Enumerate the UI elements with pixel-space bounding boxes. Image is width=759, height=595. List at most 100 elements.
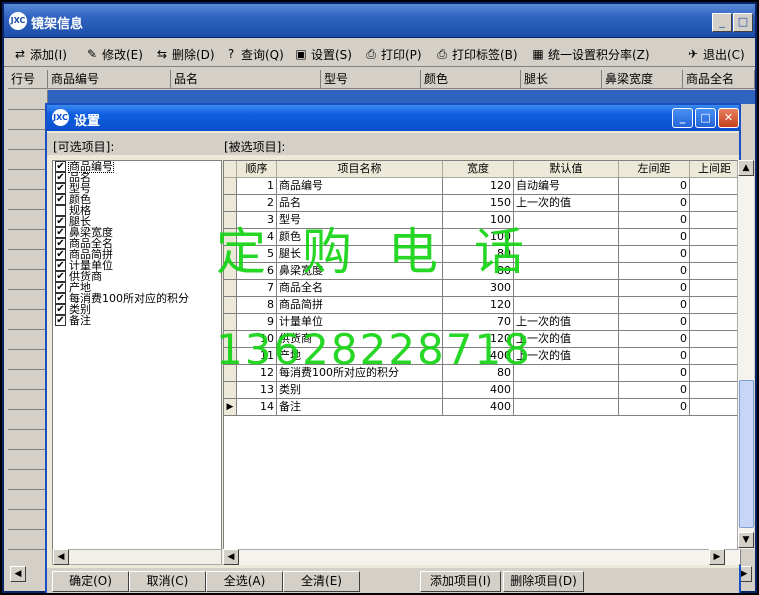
row-number-cell[interactable]	[8, 270, 48, 290]
selected-column-header[interactable]: 顺序	[237, 161, 277, 178]
column-header[interactable]: 腿长	[521, 70, 602, 89]
cell-top[interactable]	[690, 195, 740, 212]
item-checkbox[interactable]: ✔	[55, 216, 66, 227]
cell-top[interactable]	[690, 382, 740, 399]
cell-default[interactable]	[514, 280, 619, 297]
item-checkbox[interactable]: ✔	[55, 304, 66, 315]
row-number-cell[interactable]	[8, 470, 48, 490]
cell-name[interactable]: 备注	[277, 399, 443, 416]
row-number-cell[interactable]	[8, 170, 48, 190]
row-number-cell[interactable]	[8, 390, 48, 410]
cell-order[interactable]: 14	[237, 399, 277, 416]
row-number-cell[interactable]	[8, 130, 48, 150]
cell-default[interactable]	[514, 297, 619, 314]
row-number-cell[interactable]	[8, 430, 48, 450]
h-scroll-left-arrow[interactable]: ◀	[223, 549, 239, 565]
selected-grid-row[interactable]: 9 计量单位 70 上一次的值 0	[224, 314, 740, 331]
item-checkbox[interactable]: ✔	[55, 194, 66, 205]
selected-grid-vscrollbar[interactable]: ▲ ▼	[737, 160, 754, 549]
selected-grid-row[interactable]: 1 商品编号 120 自动编号 0	[224, 178, 740, 195]
row-number-cell[interactable]	[8, 530, 48, 550]
row-number-cell[interactable]	[8, 510, 48, 530]
item-checkbox[interactable]: ✔	[55, 172, 66, 183]
row-number-cell[interactable]	[8, 450, 48, 470]
toolbar-button-edit[interactable]: ✎ 修改(E)	[84, 44, 143, 64]
cell-default[interactable]	[514, 229, 619, 246]
selected-grid-row[interactable]: 10 供货商 120 上一次的值 0	[224, 331, 740, 348]
cell-left[interactable]: 0	[619, 365, 690, 382]
cell-left[interactable]: 0	[619, 399, 690, 416]
clear-all-button[interactable]: 全清(E)	[283, 571, 360, 592]
cell-width[interactable]: 80	[443, 263, 514, 280]
toolbar-button-delete[interactable]: ⇆ 删除(D)	[154, 44, 215, 64]
cell-default[interactable]	[514, 212, 619, 229]
cell-top[interactable]	[690, 365, 740, 382]
column-header[interactable]: 鼻梁宽度	[602, 70, 683, 89]
row-number-cell[interactable]	[8, 350, 48, 370]
cell-left[interactable]: 0	[619, 195, 690, 212]
select-all-button[interactable]: 全选(A)	[206, 571, 283, 592]
selected-grid-row[interactable]: 4 颜色 100 0	[224, 229, 740, 246]
selected-grid-row[interactable]: 8 商品简拼 120 0	[224, 297, 740, 314]
selected-column-header[interactable]: 项目名称	[277, 161, 443, 178]
cell-order[interactable]: 7	[237, 280, 277, 297]
cell-order[interactable]: 12	[237, 365, 277, 382]
maximize-button[interactable]: □	[733, 13, 753, 32]
cell-default[interactable]	[514, 365, 619, 382]
item-checkbox[interactable]: ✔	[55, 293, 66, 304]
cell-name[interactable]: 每消费100所对应的积分	[277, 365, 443, 382]
toolbar-button-print-label[interactable]: ⎙ 打印标签(B)	[434, 44, 517, 64]
row-number-cell[interactable]	[8, 310, 48, 330]
row-number-cell[interactable]	[8, 330, 48, 350]
cell-width[interactable]: 400	[443, 399, 514, 416]
cell-top[interactable]	[690, 280, 740, 297]
cell-left[interactable]: 0	[619, 348, 690, 365]
cell-width[interactable]: 100	[443, 229, 514, 246]
row-number-cell[interactable]	[8, 210, 48, 230]
row-number-cell[interactable]	[8, 410, 48, 430]
cell-default[interactable]	[514, 399, 619, 416]
dialog-maximize-button[interactable]: □	[695, 108, 716, 128]
dialog-close-button[interactable]: ✕	[718, 108, 739, 128]
item-checkbox[interactable]: ✔	[55, 183, 66, 194]
item-checkbox[interactable]: ✔	[55, 315, 66, 326]
selected-grid-row[interactable]: 12 每消费100所对应的积分 80 0	[224, 365, 740, 382]
remove-item-button[interactable]: 删除项目(D)	[503, 571, 584, 592]
toolbar-button-print[interactable]: ⎙ 打印(P)	[363, 44, 421, 64]
scroll-thumb[interactable]	[739, 380, 754, 528]
cell-name[interactable]: 商品编号	[277, 178, 443, 195]
cell-width[interactable]: 80	[443, 365, 514, 382]
dialog-minimize-button[interactable]: _	[672, 108, 693, 128]
cell-left[interactable]: 0	[619, 297, 690, 314]
minimize-button[interactable]: _	[712, 13, 732, 32]
toolbar-button-query[interactable]: ? 查询(Q)	[223, 44, 284, 64]
cell-left[interactable]: 0	[619, 263, 690, 280]
cell-order[interactable]: 9	[237, 314, 277, 331]
selected-grid-hscrollbar[interactable]: ◀ ▶	[223, 549, 739, 565]
selected-grid-row[interactable]: ▶ 14 备注 400 0	[224, 399, 740, 416]
available-items-list[interactable]: ✔ 商品编号 ✔ 品名 ✔ 型号 ✔ 颜色 规格 ✔ 腿长 ✔ 鼻梁宽度 ✔ 商品全名 ✔ 商品简拼 ✔ 计量单位 ✔…	[52, 160, 222, 565]
cell-name[interactable]: 商品简拼	[277, 297, 443, 314]
column-header[interactable]: 行号	[8, 70, 48, 89]
selected-grid-row[interactable]: 7 商品全名 300 0	[224, 280, 740, 297]
cell-order[interactable]: 1	[237, 178, 277, 195]
cell-width[interactable]: 120	[443, 178, 514, 195]
cell-width[interactable]: 400	[443, 382, 514, 399]
row-number-cell[interactable]	[8, 190, 48, 210]
cell-width[interactable]: 120	[443, 331, 514, 348]
cell-order[interactable]: 2	[237, 195, 277, 212]
row-number-cell[interactable]	[8, 290, 48, 310]
cell-top[interactable]	[690, 246, 740, 263]
cell-name[interactable]: 类别	[277, 382, 443, 399]
row-number-cell[interactable]	[8, 150, 48, 170]
cell-order[interactable]: 4	[237, 229, 277, 246]
cell-top[interactable]	[690, 263, 740, 280]
cell-name[interactable]: 商品全名	[277, 280, 443, 297]
cell-order[interactable]: 6	[237, 263, 277, 280]
cell-default[interactable]: 上一次的值	[514, 331, 619, 348]
cell-width[interactable]: 70	[443, 314, 514, 331]
item-checkbox[interactable]: ✔	[55, 161, 66, 172]
cell-width[interactable]: 400	[443, 348, 514, 365]
cell-order[interactable]: 10	[237, 331, 277, 348]
cell-left[interactable]: 0	[619, 280, 690, 297]
